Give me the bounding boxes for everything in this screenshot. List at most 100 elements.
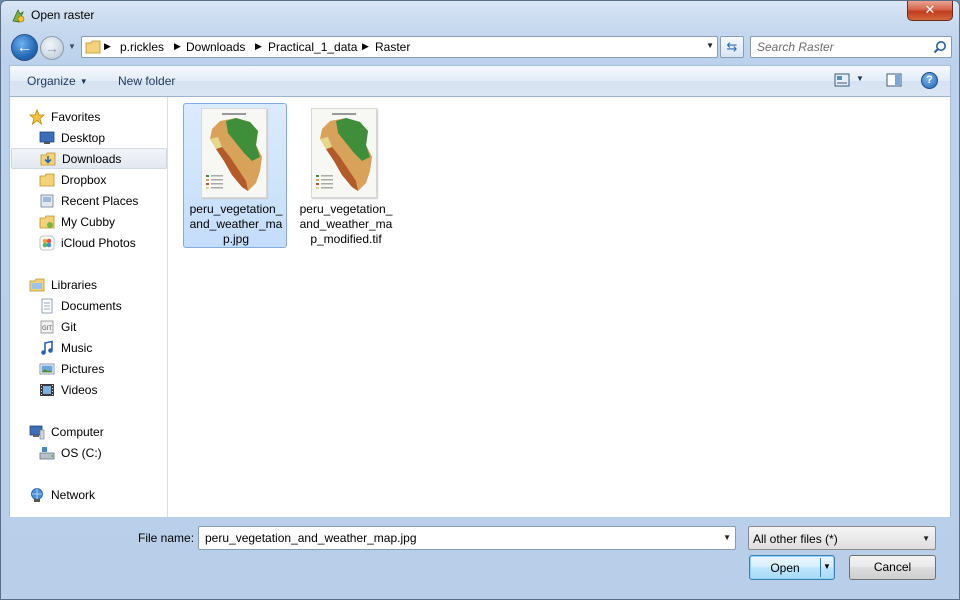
sidebar-item-os-drive[interactable]: OS (C:) xyxy=(39,443,165,464)
command-bar: Organize ▼ New folder ▼ ? xyxy=(9,65,951,97)
file-name-input[interactable] xyxy=(203,530,703,546)
breadcrumb-separator-icon[interactable]: ▶ xyxy=(362,41,369,52)
nav-network[interactable]: Network xyxy=(29,485,165,506)
drive-icon xyxy=(39,447,55,460)
breadcrumb-item[interactable]: p.rickles xyxy=(120,40,164,54)
sidebar-item-label: Desktop xyxy=(61,131,106,145)
file-name-combobox[interactable]: ▼ xyxy=(198,526,736,550)
open-options-dropdown-icon[interactable]: ▼ xyxy=(823,562,831,571)
file-list-area[interactable]: peru_vegetation_ and_weather_ma p.jpg pe… xyxy=(168,97,951,517)
new-folder-button[interactable]: New folder xyxy=(118,74,175,88)
window-title: Open raster xyxy=(31,8,95,22)
dialog-footer: File name: ▼ All other files (*) ▼ Open … xyxy=(9,517,951,595)
file-name-label: peru_vegetation_ and_weather_ma p_modifi… xyxy=(299,202,393,246)
icloud-photos-icon xyxy=(39,235,55,251)
sidebar-item-label: Dropbox xyxy=(61,173,107,187)
star-icon xyxy=(29,109,45,125)
organize-menu[interactable]: Organize ▼ xyxy=(27,74,88,88)
sidebar-item-label: Pictures xyxy=(61,362,105,376)
address-bar[interactable]: ▶ p.rickles ▶ Downloads ▶ Practical_1_da… xyxy=(81,36,718,58)
preview-pane-icon[interactable] xyxy=(886,72,902,88)
videos-icon xyxy=(40,384,54,396)
breadcrumb-separator-icon[interactable]: ▶ xyxy=(174,41,181,52)
downloads-folder-icon xyxy=(40,152,56,166)
refresh-button[interactable]: ⇆ xyxy=(720,36,744,58)
back-button[interactable]: ← xyxy=(11,34,38,61)
sidebar-item-label: Recent Places xyxy=(61,194,139,208)
file-name-field-label: File name: xyxy=(138,531,195,545)
forward-button[interactable]: → xyxy=(40,36,64,60)
file-item-selected[interactable]: peru_vegetation_ and_weather_ma p.jpg xyxy=(183,103,287,248)
sidebar-item-videos[interactable]: Videos xyxy=(39,380,165,401)
file-name-label: peru_vegetation_ and_weather_ma p.jpg xyxy=(189,202,283,246)
sidebar-item-label: My Cubby xyxy=(61,215,116,229)
address-dropdown-icon[interactable]: ▼ xyxy=(706,41,714,50)
file-item[interactable]: peru_vegetation_ and_weather_ma p_modifi… xyxy=(293,103,397,248)
chevron-down-icon: ▼ xyxy=(79,77,88,86)
search-input[interactable] xyxy=(755,39,925,55)
sidebar-item-recent-places[interactable]: Recent Places xyxy=(39,191,165,212)
open-button-label: Open xyxy=(770,561,800,575)
file-type-filter-select[interactable]: All other files (*) ▼ xyxy=(748,526,936,550)
sidebar-item-documents[interactable]: Documents xyxy=(39,296,165,317)
refresh-icon: ⇆ xyxy=(726,39,738,54)
change-view-icon[interactable] xyxy=(834,73,850,87)
search-box[interactable] xyxy=(750,36,952,58)
nav-libraries[interactable]: Libraries xyxy=(29,275,165,296)
breadcrumb-item[interactable]: Raster xyxy=(375,40,410,54)
file-thumbnail xyxy=(201,108,267,198)
breadcrumb-separator-icon[interactable]: ▶ xyxy=(104,41,111,52)
navigation-pane[interactable]: Favorites Desktop Downloads Dropbox Rece… xyxy=(9,97,168,517)
open-button[interactable]: Open ▼ xyxy=(749,555,835,580)
sidebar-item-desktop[interactable]: Desktop xyxy=(39,128,165,149)
recent-locations-dropdown[interactable]: ▼ xyxy=(66,41,78,53)
view-options-dropdown-icon[interactable]: ▼ xyxy=(856,74,864,83)
sidebar-item-label: Music xyxy=(61,341,93,355)
sidebar-item-downloads[interactable]: Downloads xyxy=(11,148,167,169)
peru-map-thumbnail-icon xyxy=(202,109,266,197)
sidebar-item-label: iCloud Photos xyxy=(61,236,136,250)
sidebar-item-git[interactable]: GIT Git xyxy=(39,317,165,338)
dropbox-folder-icon xyxy=(39,173,55,187)
breadcrumb-item[interactable]: Downloads xyxy=(186,40,245,54)
computer-icon xyxy=(29,425,45,440)
sidebar-item-my-cubby[interactable]: My Cubby xyxy=(39,212,165,233)
search-icon[interactable] xyxy=(933,40,947,54)
sidebar-item-label: Documents xyxy=(61,299,122,313)
libraries-icon xyxy=(29,278,45,292)
desktop-icon xyxy=(39,131,55,144)
svg-text:GIT: GIT xyxy=(42,325,52,332)
sidebar-item-label: OS (C:) xyxy=(61,446,102,460)
documents-icon xyxy=(41,298,53,314)
forward-arrow-icon: → xyxy=(45,40,59,56)
nav-computer[interactable]: Computer xyxy=(29,422,165,443)
split-divider xyxy=(820,558,821,577)
sidebar-item-pictures[interactable]: Pictures xyxy=(39,359,165,380)
pictures-icon xyxy=(39,363,55,375)
organize-label: Organize xyxy=(27,74,76,88)
chevron-down-icon: ▼ xyxy=(922,534,930,543)
back-arrow-icon: ← xyxy=(16,39,33,56)
cancel-button[interactable]: Cancel xyxy=(849,555,936,580)
sidebar-item-label: Downloads xyxy=(62,152,122,166)
qgis-app-icon xyxy=(12,9,25,23)
cubby-icon xyxy=(39,215,55,229)
peru-map-thumbnail-icon xyxy=(312,109,376,197)
sidebar-item-dropbox[interactable]: Dropbox xyxy=(39,170,165,191)
close-button[interactable]: ✕ xyxy=(907,1,953,21)
network-icon xyxy=(31,488,43,502)
breadcrumb-item[interactable]: Practical_1_data xyxy=(268,40,357,54)
help-button[interactable]: ? xyxy=(921,72,938,89)
git-icon: GIT xyxy=(40,320,54,334)
sidebar-item-music[interactable]: Music xyxy=(39,338,165,359)
recent-places-icon xyxy=(40,194,54,208)
folder-icon xyxy=(85,40,101,54)
chevron-down-icon[interactable]: ▼ xyxy=(723,533,731,542)
sidebar-item-icloud-photos[interactable]: iCloud Photos xyxy=(39,233,165,254)
nav-favorites-label: Favorites xyxy=(51,110,101,124)
nav-network-label: Network xyxy=(51,488,96,502)
music-icon xyxy=(41,340,53,355)
title-bar: Open raster ✕ xyxy=(1,1,959,31)
nav-favorites[interactable]: Favorites xyxy=(29,107,165,128)
breadcrumb-separator-icon[interactable]: ▶ xyxy=(255,41,262,52)
